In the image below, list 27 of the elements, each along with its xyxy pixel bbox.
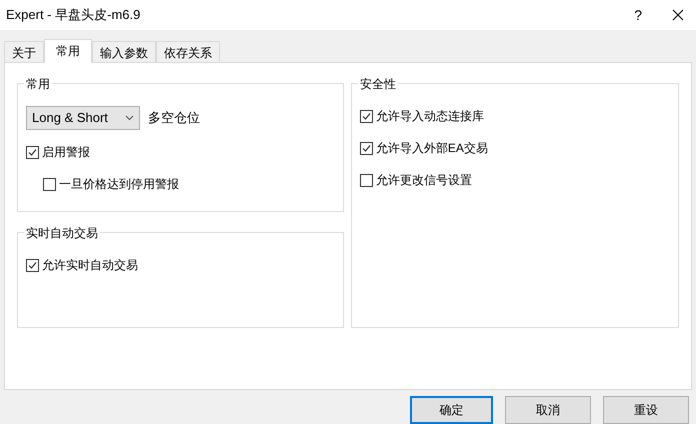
dialog-button[interactable]: 确定: [410, 396, 493, 424]
checkbox-option[interactable]: 允许实时自动交易: [26, 255, 335, 275]
close-icon[interactable]: [672, 9, 684, 21]
dialog-button[interactable]: 重设: [603, 396, 689, 424]
group-title: 实时自动交易: [24, 224, 100, 242]
select-label: 多空仓位: [148, 109, 200, 128]
checkbox[interactable]: [360, 110, 373, 122]
dialog-button[interactable]: 取消: [505, 396, 591, 424]
checkbox[interactable]: [360, 142, 373, 154]
tab[interactable]: 常用: [44, 39, 92, 63]
checkbox[interactable]: [26, 146, 39, 158]
checkbox-option[interactable]: 允许导入动态连接库: [360, 106, 670, 126]
position-select[interactable]: Long & Short: [26, 106, 140, 130]
group-title: 安全性: [358, 75, 398, 93]
checkbox-option[interactable]: 一旦价格达到停用警报: [43, 174, 335, 194]
checkbox[interactable]: [43, 178, 56, 190]
checkbox[interactable]: [360, 174, 373, 186]
window-title: Expert - 早盘头皮-m6.9: [6, 6, 140, 24]
tab[interactable]: 关于: [4, 41, 44, 62]
help-button[interactable]: ?: [634, 4, 642, 26]
chevron-down-icon: [125, 115, 134, 121]
checkbox-option[interactable]: 启用警报: [26, 142, 335, 162]
checkbox-option[interactable]: 允许更改信号设置: [360, 170, 670, 190]
checkbox-option[interactable]: 允许导入外部EA交易: [360, 138, 670, 158]
tab[interactable]: 依存关系: [156, 41, 220, 62]
checkbox[interactable]: [26, 258, 39, 272]
tab[interactable]: 输入参数: [92, 41, 156, 62]
